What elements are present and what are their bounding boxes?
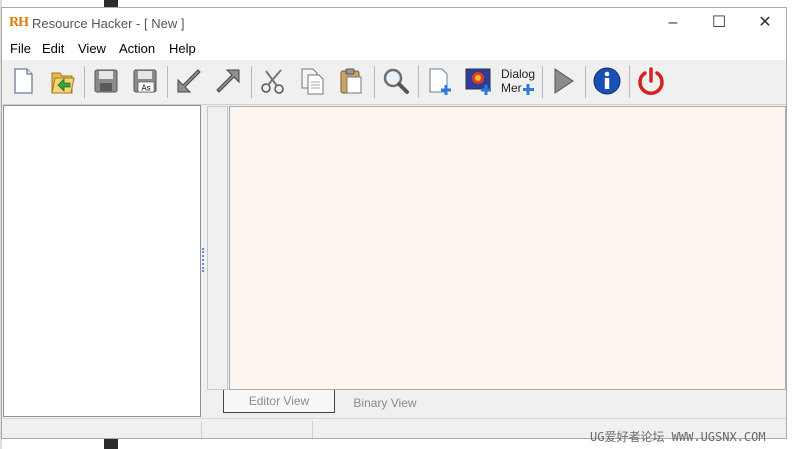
toolbar-separator <box>251 66 252 98</box>
power-icon <box>638 67 664 95</box>
compile-run-button[interactable] <box>547 65 579 97</box>
app-logo: RH <box>9 15 29 30</box>
cut-icon <box>261 69 284 94</box>
about-button[interactable] <box>591 65 623 97</box>
save-as-icon: As <box>133 69 157 93</box>
save-as-button[interactable]: As <box>129 65 161 97</box>
export-button[interactable] <box>212 65 244 97</box>
add-resource-button[interactable] <box>424 65 456 97</box>
save-icon <box>94 69 118 93</box>
title-bar[interactable]: RH Resource Hacker - [ New ] – ☐ ✕ <box>2 8 786 38</box>
view-tab-strip: Editor View Binary View <box>207 390 786 418</box>
minimize-button[interactable]: – <box>650 8 696 38</box>
toolbar-separator <box>542 66 543 98</box>
toolbar-separator <box>585 66 586 98</box>
status-divider <box>312 421 313 438</box>
menu-edit[interactable]: Edit <box>42 41 64 56</box>
tab-binary-view[interactable]: Binary View <box>335 392 435 414</box>
menu-help[interactable]: Help <box>169 41 196 56</box>
add-image-resource-button[interactable] <box>463 65 495 97</box>
add-resource-icon <box>429 68 451 95</box>
dialog-menu-icon: DialogMer <box>501 67 535 95</box>
search-icon <box>383 68 409 94</box>
dialog-menu-button[interactable]: Dialog Mer <box>500 65 536 97</box>
menu-view[interactable]: View <box>78 41 106 56</box>
add-image-resource-icon <box>465 68 491 95</box>
import-button[interactable] <box>173 65 205 97</box>
new-file-button[interactable] <box>7 65 39 97</box>
menu-bar: File Edit View Action Help <box>2 38 786 60</box>
watermark-text: UG爱好者论坛 WWW.UGSNX.COM <box>590 430 766 444</box>
new-file-icon <box>14 68 33 94</box>
cut-button[interactable] <box>257 65 289 97</box>
status-divider <box>201 421 202 438</box>
save-as-badge: As <box>141 84 150 93</box>
copy-button[interactable] <box>296 65 328 97</box>
svg-text:Mer: Mer <box>501 81 522 95</box>
toolbar-separator <box>167 66 168 98</box>
svg-text:Dialog: Dialog <box>501 67 535 81</box>
menu-action[interactable]: Action <box>119 41 155 56</box>
play-icon <box>554 68 574 94</box>
open-folder-icon <box>51 72 75 94</box>
editor-text-area[interactable] <box>229 106 786 390</box>
search-button[interactable] <box>380 65 412 97</box>
import-arrow-icon <box>177 69 201 93</box>
editor-line-gutter <box>207 106 228 390</box>
exit-button[interactable] <box>635 65 667 97</box>
close-button[interactable]: ✕ <box>742 8 786 38</box>
toolbar: As Dialog Mer <box>2 60 786 105</box>
toolbar-separator <box>374 66 375 98</box>
toolbar-separator <box>418 66 419 98</box>
paste-button[interactable] <box>335 65 367 97</box>
resource-tree-pane[interactable] <box>3 105 201 417</box>
toolbar-separator <box>629 66 630 98</box>
pane-splitter-handle[interactable] <box>202 248 205 272</box>
info-icon <box>593 67 621 95</box>
open-button[interactable] <box>46 65 78 97</box>
save-button[interactable] <box>90 65 122 97</box>
toolbar-separator <box>84 66 85 98</box>
window-title: Resource Hacker - [ New ] <box>32 16 185 31</box>
tab-editor-view[interactable]: Editor View <box>223 390 335 413</box>
paste-icon <box>340 68 362 94</box>
menu-file[interactable]: File <box>10 41 31 56</box>
app-window: RH Resource Hacker - [ New ] – ☐ ✕ File … <box>1 7 787 439</box>
copy-icon <box>301 68 324 95</box>
export-arrow-icon <box>216 69 240 93</box>
maximize-button[interactable]: ☐ <box>696 8 742 38</box>
